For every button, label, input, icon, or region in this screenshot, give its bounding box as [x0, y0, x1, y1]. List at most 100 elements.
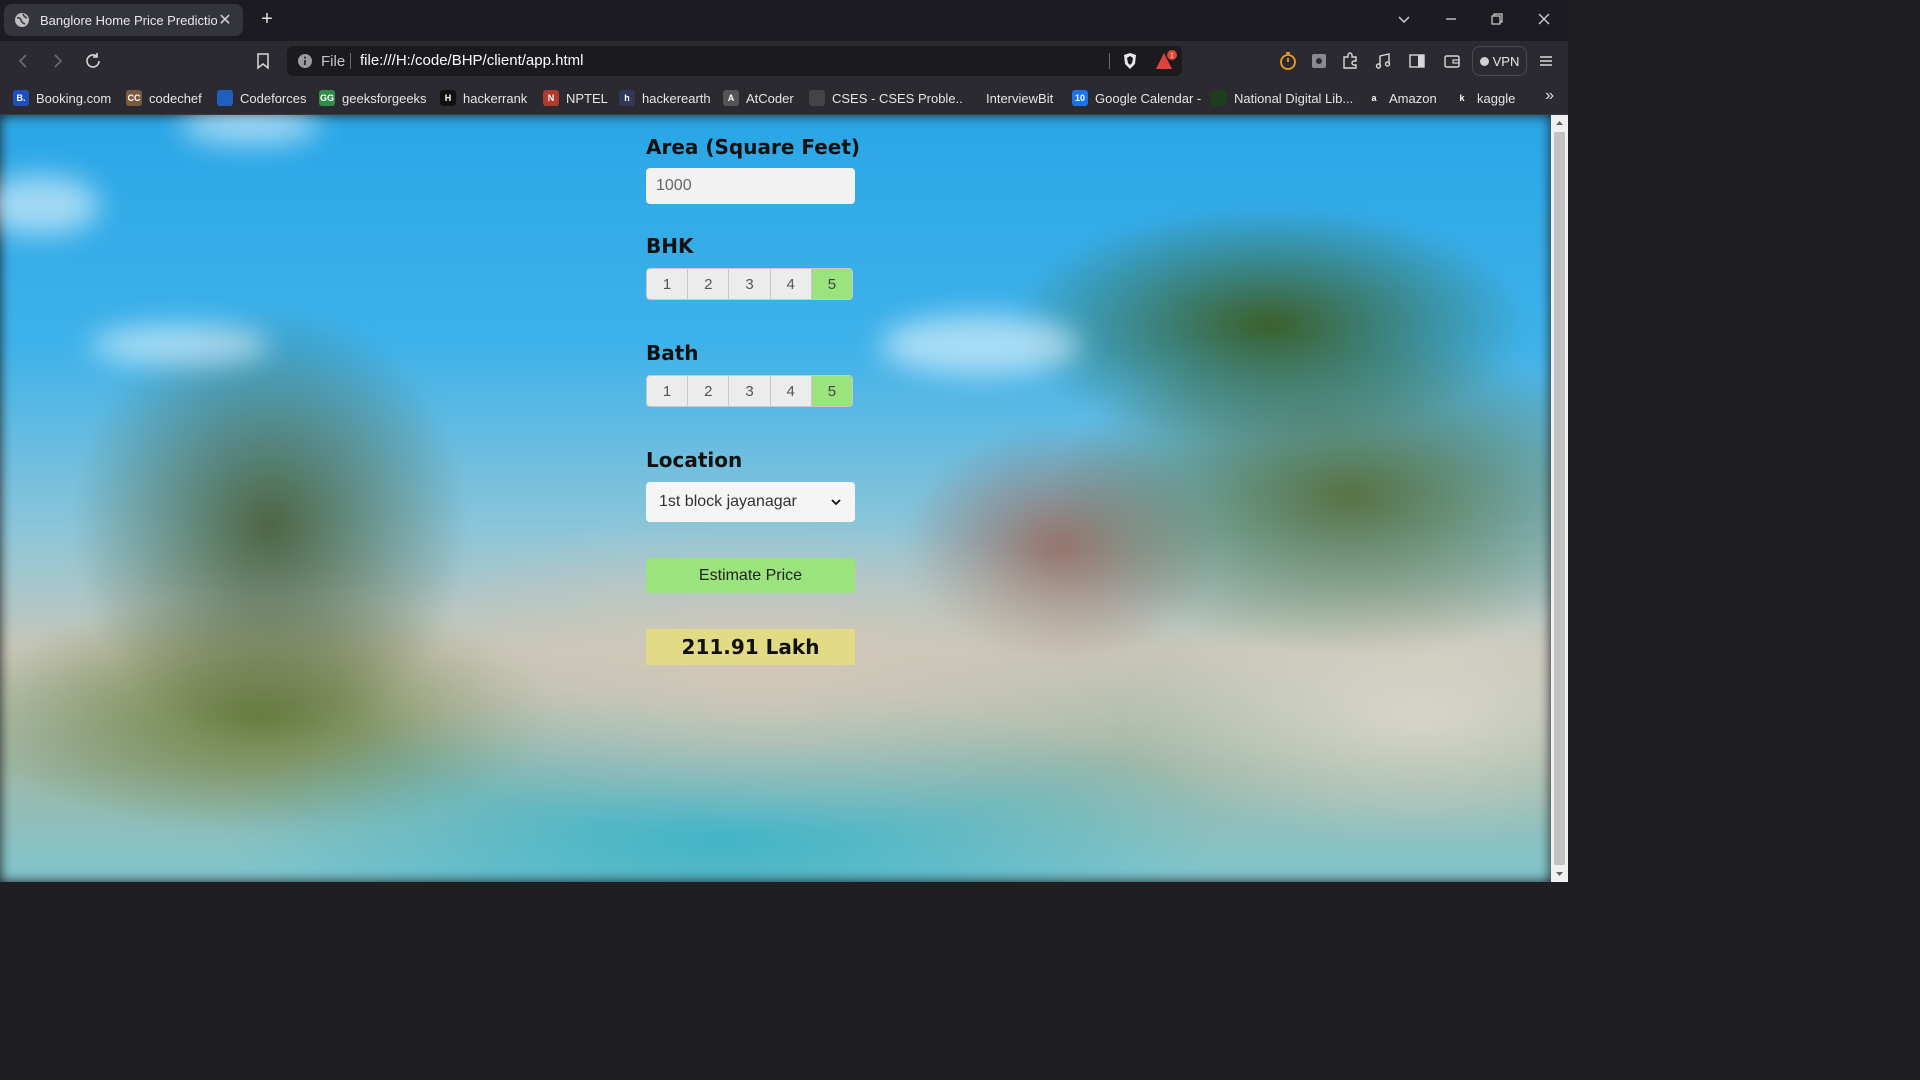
bhk-option[interactable]: 3 [729, 269, 771, 299]
bookmark-item[interactable]: InterviewBit [963, 88, 1053, 108]
codeforces-icon [217, 90, 233, 106]
bath-option[interactable]: 5 [811, 376, 852, 406]
bookmark-item[interactable]: k kaggle [1454, 88, 1515, 108]
bath-option[interactable]: 2 [688, 376, 730, 406]
bath-label: Bath [646, 341, 699, 365]
media-icon[interactable] [1372, 50, 1394, 72]
bookmark-label: geeksforgeeks [342, 90, 427, 106]
address-bar[interactable]: File file:///H:/code/BHP/client/app.html… [287, 46, 1182, 76]
extension-icon[interactable] [1308, 50, 1330, 72]
bookmark-label: Google Calendar - [1095, 90, 1202, 106]
navigation-bar: File file:///H:/code/BHP/client/app.html… [0, 41, 1568, 81]
bookmark-label: hackerrank [463, 90, 528, 106]
bookmarks-overflow-button[interactable]: » [1545, 87, 1554, 105]
area-label: Area (Square Feet) [646, 135, 861, 159]
bookmark-label: CSES - CSES Proble... [832, 90, 967, 106]
url-scheme: File [321, 53, 346, 70]
bhk-label: BHK [646, 234, 694, 258]
back-icon[interactable] [13, 50, 35, 72]
bookmark-item[interactable]: A AtCoder [723, 88, 794, 108]
vpn-status-icon [1479, 56, 1489, 66]
background-cloud [880, 315, 1080, 375]
bookmark-label: codechef [149, 90, 202, 106]
close-window-icon[interactable] [1533, 8, 1555, 30]
location-select[interactable]: 1st block jayanagar [646, 482, 855, 522]
bhk-option[interactable]: 4 [770, 269, 812, 299]
close-tab-icon[interactable]: ✕ [217, 10, 233, 30]
bhk-option[interactable]: 1 [647, 269, 689, 299]
bookmark-label: Booking.com [36, 90, 112, 106]
estimate-price-button[interactable]: Estimate Price [646, 558, 855, 593]
bookmark-item[interactable]: CC codechef [126, 88, 202, 108]
menu-icon[interactable] [1535, 50, 1557, 72]
brave-rewards-icon[interactable]: 1 [1153, 49, 1179, 73]
bhk-option[interactable]: 5 [811, 269, 852, 299]
svg-text:1: 1 [1170, 53, 1174, 60]
bookmark-icon[interactable] [252, 50, 274, 72]
vpn-label: VPN [1492, 53, 1520, 69]
bookmark-item[interactable]: National Digital Lib... [1211, 88, 1353, 108]
hackerearth-icon: h [619, 90, 635, 106]
bhk-selector: 12345 [646, 268, 853, 300]
bath-option[interactable]: 3 [729, 376, 771, 406]
bookmark-item[interactable]: CSES - CSES Proble... [809, 88, 966, 108]
bath-selector: 12345 [646, 375, 853, 407]
bookmark-item[interactable]: 10 Google Calendar - [1072, 88, 1201, 108]
location-label: Location [646, 448, 743, 472]
forward-icon[interactable] [46, 50, 68, 72]
restore-icon[interactable] [1486, 8, 1508, 30]
hackerrank-icon: H [440, 90, 456, 106]
interviewbit-icon [963, 90, 979, 106]
url-text[interactable]: file:///H:/code/BHP/client/app.html [360, 52, 583, 69]
kaggle-icon: k [1454, 90, 1470, 106]
tab-list-chevron-icon[interactable] [1393, 8, 1415, 30]
ndl-icon [1211, 90, 1227, 106]
codechef-icon: CC [126, 90, 142, 106]
bookmark-label: InterviewBit [986, 90, 1054, 106]
tab-bar: Banglore Home Price Prediction ✕ + [0, 0, 1568, 41]
new-tab-button[interactable]: + [256, 8, 278, 30]
reload-icon[interactable] [82, 50, 104, 72]
bookmarks-bar: B. Booking.com CC codechef Codeforces GG geeks… [0, 81, 1568, 115]
bookmark-label: NPTEL [566, 90, 608, 106]
atcoder-icon: A [723, 90, 739, 106]
bookmark-item[interactable]: B. Booking.com [13, 88, 111, 108]
price-result: 211.91 Lakh [646, 629, 855, 665]
info-icon[interactable] [297, 53, 313, 69]
bookmark-item[interactable]: Hhackerrank [440, 88, 527, 108]
nptel-icon: N [543, 90, 559, 106]
scroll-up-icon[interactable] [1555, 119, 1564, 128]
location-value: 1st block jayanagar [659, 493, 797, 510]
bookmark-label: AtCoder [746, 90, 794, 106]
geeksforgeeks-icon: GG [319, 90, 335, 106]
brave-shield-icon[interactable] [1120, 51, 1140, 71]
puzzle-icon[interactable] [1339, 50, 1361, 72]
bookmark-item[interactable]: a Amazon [1366, 88, 1437, 108]
bookmark-label: Amazon [1389, 90, 1437, 106]
page-scrollbar[interactable] [1551, 115, 1568, 882]
url-divider [1109, 53, 1110, 69]
bath-option[interactable]: 1 [647, 376, 689, 406]
url-separator [350, 53, 351, 69]
amazon-icon: a [1366, 90, 1382, 106]
tab-active[interactable]: Banglore Home Price Prediction ✕ [4, 4, 243, 36]
bhk-option[interactable]: 2 [688, 269, 730, 299]
bookmark-item[interactable]: h hackerearth [619, 88, 711, 108]
wallet-icon[interactable] [1441, 50, 1463, 72]
google-calendar-icon: 10 [1072, 90, 1088, 106]
bath-option[interactable]: 4 [770, 376, 812, 406]
bookmark-item[interactable]: Codeforces [217, 88, 306, 108]
tab-title: Banglore Home Price Prediction [40, 12, 217, 28]
scrollbar-thumb[interactable] [1554, 132, 1565, 865]
bookmark-label: hackerearth [642, 90, 711, 106]
sidebar-icon[interactable] [1406, 50, 1428, 72]
scroll-down-icon[interactable] [1555, 869, 1564, 878]
vpn-button[interactable]: VPN [1472, 46, 1527, 76]
bookmark-item[interactable]: N NPTEL [543, 88, 608, 108]
area-input[interactable] [646, 168, 855, 204]
minimize-icon[interactable] [1440, 8, 1462, 30]
globe-icon [809, 90, 825, 106]
bookmark-item[interactable]: GG geeksforgeeks [319, 88, 427, 108]
timer-extension-icon[interactable] [1277, 50, 1299, 72]
page-viewport: Area (Square Feet) BHK 12345 Bath 12345 … [0, 115, 1551, 882]
